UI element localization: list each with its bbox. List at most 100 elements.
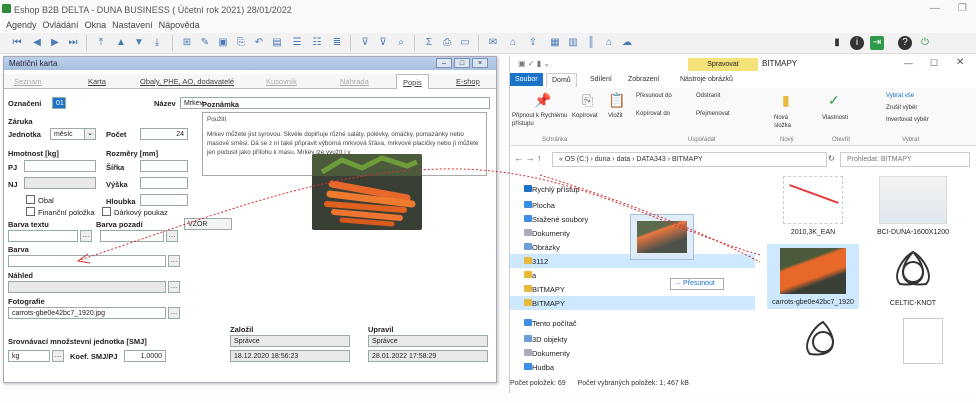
financni-checkbox[interactable] bbox=[26, 207, 35, 216]
invert-button[interactable]: Invertovat výběr bbox=[886, 116, 929, 124]
nav-dokumenty-2[interactable]: Dokumenty bbox=[510, 346, 755, 360]
paste-label[interactable]: Vložit bbox=[608, 112, 623, 120]
fotografie-field[interactable]: carrots-gbe0e42bc7_1920.jpg bbox=[8, 307, 166, 319]
delete-icon[interactable]: ▤ bbox=[270, 36, 284, 50]
card-close-icon[interactable]: × bbox=[472, 58, 488, 68]
barva-button[interactable]: … bbox=[168, 255, 180, 267]
pin-label[interactable]: Připnout k Rychlému přístupu bbox=[512, 112, 572, 128]
sort-up-icon[interactable]: ⤒ bbox=[94, 36, 108, 50]
sort-down-icon[interactable]: ⤓ bbox=[150, 36, 164, 50]
spravovat-tab[interactable]: Spravovat bbox=[688, 58, 758, 71]
select-all-button[interactable]: Vybrat vše bbox=[886, 92, 914, 100]
info-icon[interactable]: i bbox=[850, 36, 864, 50]
properties-icon[interactable]: ✓ bbox=[828, 92, 840, 109]
menu-ovladani[interactable]: Ovládání bbox=[43, 20, 79, 30]
card-minimize-icon[interactable]: – bbox=[436, 58, 452, 68]
new-record-icon[interactable]: ⊞ bbox=[180, 36, 194, 50]
nav-hudba[interactable]: Hudba bbox=[510, 360, 755, 374]
move-to-button[interactable]: Přesunout do bbox=[636, 92, 672, 100]
cloud-icon[interactable]: ☁ bbox=[620, 36, 634, 50]
sirka-field[interactable] bbox=[140, 160, 188, 172]
tab-nastroje-obrazku[interactable]: Nástroje obrázků bbox=[680, 76, 733, 83]
chevron-down-icon[interactable]: ⌄ bbox=[84, 128, 96, 140]
koef-field[interactable]: 1,0000 bbox=[124, 350, 166, 362]
barva-textu-field[interactable] bbox=[8, 230, 78, 242]
pin-icon[interactable]: 📌 bbox=[534, 92, 551, 109]
list-icon[interactable]: ☰ bbox=[290, 36, 304, 50]
tab-kusovnik[interactable]: Kusovník bbox=[266, 77, 297, 86]
tab-eshop[interactable]: E-shop bbox=[456, 77, 480, 86]
list-detail-icon[interactable]: ☷ bbox=[310, 36, 324, 50]
nav-bitmapy-2[interactable]: BITMAPY bbox=[510, 296, 755, 310]
mail-icon[interactable]: ✉ bbox=[486, 36, 500, 50]
file-item[interactable] bbox=[877, 318, 969, 364]
minimize-icon[interactable]: — bbox=[930, 3, 940, 14]
menu-nastaveni[interactable]: Nastavení bbox=[112, 20, 153, 30]
tab-obaly[interactable]: Obaly, PHE, AO, dodavatelé bbox=[140, 77, 234, 86]
copy-file-icon[interactable]: ⎘ bbox=[582, 92, 593, 109]
nav-arrows-icon[interactable]: ← → ↑ bbox=[514, 153, 542, 163]
undo-icon[interactable]: ↶ bbox=[252, 36, 266, 50]
new-folder-icon[interactable]: ▮ bbox=[782, 92, 790, 109]
vyska-field[interactable] bbox=[140, 177, 188, 189]
battery-icon[interactable]: ▮ bbox=[830, 36, 844, 50]
sum-icon[interactable]: Σ bbox=[422, 36, 436, 50]
oznaceni-field[interactable]: 01 bbox=[52, 97, 66, 109]
maximize-icon[interactable]: ❐ bbox=[958, 3, 967, 14]
rename-button[interactable]: Přejmenovat bbox=[696, 110, 730, 118]
help-icon[interactable]: ? bbox=[898, 36, 912, 50]
nj-weight-field[interactable] bbox=[24, 177, 96, 189]
refresh-icon[interactable]: ↻ bbox=[828, 154, 835, 163]
export-icon[interactable]: ⇪ bbox=[526, 36, 540, 50]
copy-icon[interactable]: ⎘ bbox=[234, 36, 248, 50]
filter-off-icon[interactable]: ⊽ bbox=[376, 36, 390, 50]
nav-plocha[interactable]: Plocha bbox=[510, 198, 755, 212]
pj-weight-field[interactable] bbox=[24, 160, 96, 172]
tab-nahrada[interactable]: Náhrada bbox=[340, 77, 369, 86]
select-none-button[interactable]: Zrušit výběr bbox=[886, 104, 917, 112]
nav-quick-access[interactable]: Rychlý přístup bbox=[510, 182, 755, 196]
chart-icon[interactable]: ▥ bbox=[566, 36, 580, 50]
explorer-close-icon[interactable]: ✕ bbox=[956, 57, 964, 68]
barva-textu-button[interactable]: … bbox=[80, 230, 92, 242]
file-item[interactable] bbox=[777, 318, 869, 367]
barva-pozadi-field[interactable] bbox=[100, 230, 164, 242]
address-bar[interactable]: « OS (C:) › duna › data › DATA343 › BITM… bbox=[552, 152, 827, 167]
explorer-maximize-icon[interactable]: ☐ bbox=[930, 58, 938, 69]
copy-label[interactable]: Kopírovat bbox=[572, 112, 598, 120]
delete-button[interactable]: Odstranit bbox=[696, 92, 720, 100]
tab-domu[interactable]: Domů bbox=[546, 73, 577, 87]
new-folder-label[interactable]: Nová složka bbox=[774, 114, 804, 130]
next-record-icon[interactable]: ▶ bbox=[48, 36, 62, 50]
filter-icon[interactable]: ⊽ bbox=[358, 36, 372, 50]
smj-unit-field[interactable]: kg bbox=[8, 350, 50, 362]
barva-pozadi-button[interactable]: … bbox=[166, 230, 178, 242]
report-icon[interactable]: ▦ bbox=[548, 36, 562, 50]
file-item[interactable]: 2010,3K_EAN bbox=[767, 176, 859, 237]
search-icon[interactable]: ⌕ bbox=[394, 36, 408, 50]
nav-tento-pocitac[interactable]: Tento počítač bbox=[510, 316, 755, 330]
paste-icon[interactable]: 📋 bbox=[608, 92, 625, 109]
menu-napoveda[interactable]: Nápověda bbox=[159, 20, 200, 30]
darkovy-checkbox[interactable] bbox=[102, 207, 111, 216]
tab-karta[interactable]: Karta bbox=[88, 77, 106, 86]
search-input[interactable]: Prohledat: BITMAPY bbox=[840, 152, 970, 167]
tab-popis[interactable]: Popis bbox=[396, 74, 429, 89]
up-icon[interactable]: ▲ bbox=[114, 36, 128, 50]
file-item[interactable]: CELTIC-KNOT bbox=[867, 248, 959, 308]
obal-checkbox[interactable] bbox=[26, 195, 35, 204]
down-icon[interactable]: ▼ bbox=[132, 36, 146, 50]
tab-soubor[interactable]: Soubor bbox=[510, 73, 543, 86]
tab-zobrazeni[interactable]: Zobrazení bbox=[628, 76, 660, 83]
pocet-field[interactable]: 24 bbox=[140, 128, 188, 140]
barcode-icon[interactable]: ║ bbox=[584, 36, 598, 50]
bank-icon[interactable]: ⌂ bbox=[506, 36, 520, 50]
power-icon[interactable]: ⏻ bbox=[918, 36, 932, 50]
barva-field[interactable] bbox=[8, 255, 166, 267]
file-item-selected[interactable]: carrots-gbe0e42bc7_1920 bbox=[767, 244, 859, 309]
fotografie-button[interactable]: … bbox=[168, 307, 180, 319]
copy-to-button[interactable]: Kopírovat do bbox=[636, 110, 670, 118]
print-icon[interactable]: ⎙ bbox=[440, 36, 454, 50]
list-wide-icon[interactable]: ≣ bbox=[330, 36, 344, 50]
properties-label[interactable]: Vlastnosti bbox=[822, 114, 848, 122]
